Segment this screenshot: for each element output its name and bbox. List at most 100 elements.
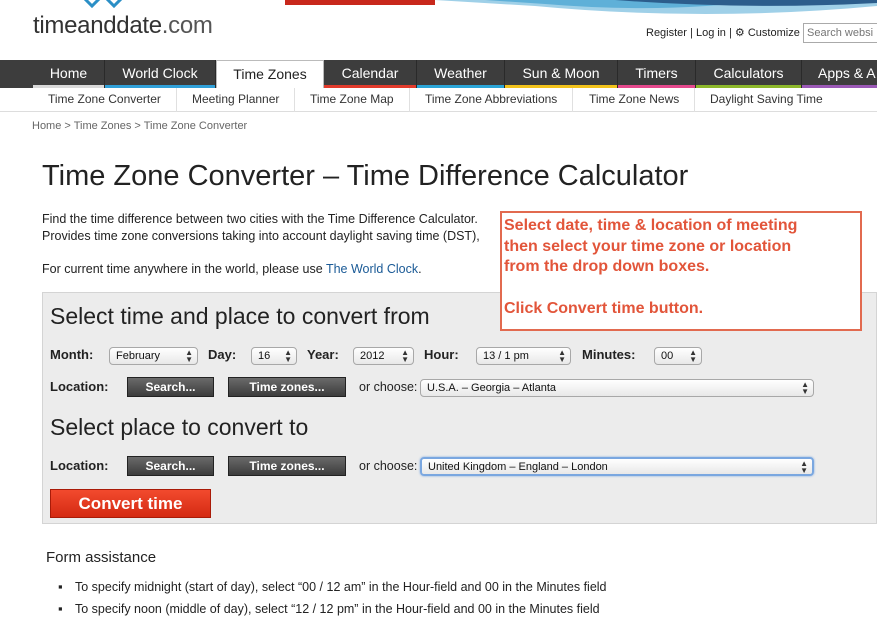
- from-location-label: Location:: [50, 379, 109, 394]
- nav-label: Weather: [434, 65, 487, 81]
- nav-world-clock[interactable]: World Clock: [105, 60, 216, 88]
- nav-label: Home: [49, 65, 88, 81]
- login-link[interactable]: Log in: [696, 27, 726, 39]
- intro-text: Find the time difference between two cit…: [42, 211, 512, 245]
- nav-label: World Clock: [122, 65, 198, 81]
- nav-label: Calendar: [341, 65, 399, 81]
- to-location-select[interactable]: United Kingdom – England – London ▲ ▼: [420, 457, 814, 476]
- nav-timers[interactable]: Timers: [618, 60, 696, 88]
- to-time-zones-button[interactable]: Time zones...: [228, 456, 346, 476]
- to-section-title: Select place to convert to: [50, 414, 309, 440]
- month-label: Month:: [50, 347, 94, 362]
- intro-line: Find the time difference between two cit…: [42, 212, 478, 226]
- header-banner: [285, 0, 877, 14]
- subnav-time-zone-map[interactable]: Time Zone Map: [295, 88, 410, 112]
- select-arrows-icon: ▲ ▼: [284, 348, 292, 364]
- day-select[interactable]: 16 ▲ ▼: [251, 347, 297, 365]
- list-item: To specify midnight (start of day), sele…: [58, 576, 607, 598]
- page-title: Time Zone Converter – Time Difference Ca…: [42, 160, 689, 192]
- select-value: 16: [258, 350, 271, 362]
- intro-line: Provides time zone conversions taking in…: [42, 229, 480, 243]
- nav-sun-moon[interactable]: Sun & Moon: [505, 60, 618, 88]
- breadcrumb: Home > Time Zones > Time Zone Converter: [32, 120, 247, 132]
- select-value: United Kingdom – England – London: [428, 461, 608, 473]
- select-value: 2012: [360, 350, 385, 362]
- hour-label: Hour:: [424, 347, 459, 362]
- site-logo[interactable]: timeanddate.com: [33, 12, 213, 40]
- note-text: .: [418, 262, 422, 276]
- world-clock-note: For current time anywhere in the world, …: [42, 262, 422, 276]
- register-link[interactable]: Register: [646, 27, 687, 39]
- link-separator: |: [690, 27, 693, 39]
- form-assistance-list: To specify midnight (start of day), sele…: [58, 576, 607, 620]
- nav-home[interactable]: Home: [33, 60, 105, 88]
- callout-line: Click Convert time button.: [504, 300, 704, 318]
- from-section-title: Select time and place to convert from: [50, 303, 430, 329]
- note-text: For current time anywhere in the world, …: [42, 262, 326, 276]
- logo-text: timeanddate: [33, 12, 162, 39]
- logo-mark-icon: [83, 0, 123, 9]
- minutes-label: Minutes:: [582, 347, 636, 362]
- to-location-label: Location:: [50, 458, 109, 473]
- customize-link[interactable]: Customize: [748, 27, 800, 39]
- or-choose-label: or choose:: [359, 459, 418, 473]
- minutes-select[interactable]: 00 ▲ ▼: [654, 347, 702, 365]
- from-location-select[interactable]: U.S.A. – Georgia – Atlanta ▲ ▼: [420, 379, 814, 397]
- select-arrows-icon: ▲ ▼: [558, 348, 566, 364]
- nav-label: Time Zones: [233, 66, 307, 82]
- header-links: Register | Log in | ⚙ Customize: [646, 26, 800, 39]
- form-assistance-title: Form assistance: [46, 549, 157, 566]
- site-search-input[interactable]: [803, 23, 877, 43]
- subnav-time-zone-converter[interactable]: Time Zone Converter: [33, 88, 177, 112]
- nav-label: Timers: [635, 65, 678, 81]
- from-time-zones-button[interactable]: Time zones...: [228, 377, 346, 397]
- callout-line: Select date, time & location of meeting: [504, 217, 798, 234]
- nav-label: Sun & Moon: [522, 65, 600, 81]
- breadcrumb-current: Time Zone Converter: [143, 120, 248, 132]
- callout-line: then select your time zone or location: [504, 237, 792, 255]
- to-search-button[interactable]: Search...: [127, 456, 214, 476]
- select-value: U.S.A. – Georgia – Atlanta: [427, 382, 557, 394]
- logo-domain: .com: [161, 12, 213, 39]
- callout-gap: [504, 278, 858, 299]
- link-separator: |: [729, 27, 732, 39]
- select-value: 13 / 1 pm: [483, 350, 529, 362]
- or-choose-label: or choose:: [359, 380, 418, 394]
- sub-nav: Time Zone Converter Meeting Planner Time…: [0, 88, 877, 112]
- subnav-time-zone-abbreviations[interactable]: Time Zone Abbreviations: [410, 88, 574, 112]
- select-arrows-icon: ▲ ▼: [689, 348, 697, 364]
- hour-select[interactable]: 13 / 1 pm ▲ ▼: [476, 347, 571, 365]
- callout-line: from the drop down boxes.: [504, 258, 710, 276]
- nav-label: Calculators: [713, 65, 784, 81]
- month-select[interactable]: February ▲ ▼: [109, 347, 198, 365]
- year-label: Year:: [307, 347, 339, 362]
- subnav-daylight-saving-time[interactable]: Daylight Saving Time: [695, 88, 838, 112]
- nav-calculators[interactable]: Calculators: [696, 60, 802, 88]
- convert-time-button[interactable]: Convert time: [50, 489, 211, 518]
- select-arrows-icon: ▲ ▼: [185, 348, 193, 364]
- breadcrumb-separator: >: [61, 120, 74, 132]
- day-label: Day:: [208, 347, 237, 362]
- site-header: timeanddate.com Register | Log in | ⚙ Cu…: [0, 0, 877, 60]
- select-value: February: [116, 350, 161, 362]
- select-arrows-icon: ▲ ▼: [801, 380, 809, 396]
- nav-apps[interactable]: Apps & A: [802, 60, 877, 88]
- breadcrumb-time-zones[interactable]: Time Zones: [74, 120, 132, 132]
- select-value: 00: [661, 350, 674, 362]
- nav-weather[interactable]: Weather: [417, 60, 505, 88]
- subnav-time-zone-news[interactable]: Time Zone News: [574, 88, 696, 112]
- breadcrumb-home[interactable]: Home: [32, 120, 61, 132]
- nav-calendar[interactable]: Calendar: [324, 60, 417, 88]
- subnav-meeting-planner[interactable]: Meeting Planner: [177, 88, 296, 112]
- nav-label: Apps & A: [818, 65, 876, 81]
- main-nav: Home World Clock Time Zones Calendar Wea…: [0, 60, 877, 89]
- select-arrows-icon: ▲ ▼: [800, 459, 808, 475]
- select-arrows-icon: ▲ ▼: [401, 348, 409, 364]
- nav-time-zones[interactable]: Time Zones: [216, 60, 324, 89]
- breadcrumb-separator: >: [131, 120, 144, 132]
- instruction-callout: Select date, time & location of meeting …: [500, 211, 862, 331]
- year-select[interactable]: 2012 ▲ ▼: [353, 347, 414, 365]
- world-clock-link[interactable]: The World Clock: [326, 262, 418, 276]
- gear-icon[interactable]: ⚙: [735, 26, 745, 39]
- from-search-button[interactable]: Search...: [127, 377, 214, 397]
